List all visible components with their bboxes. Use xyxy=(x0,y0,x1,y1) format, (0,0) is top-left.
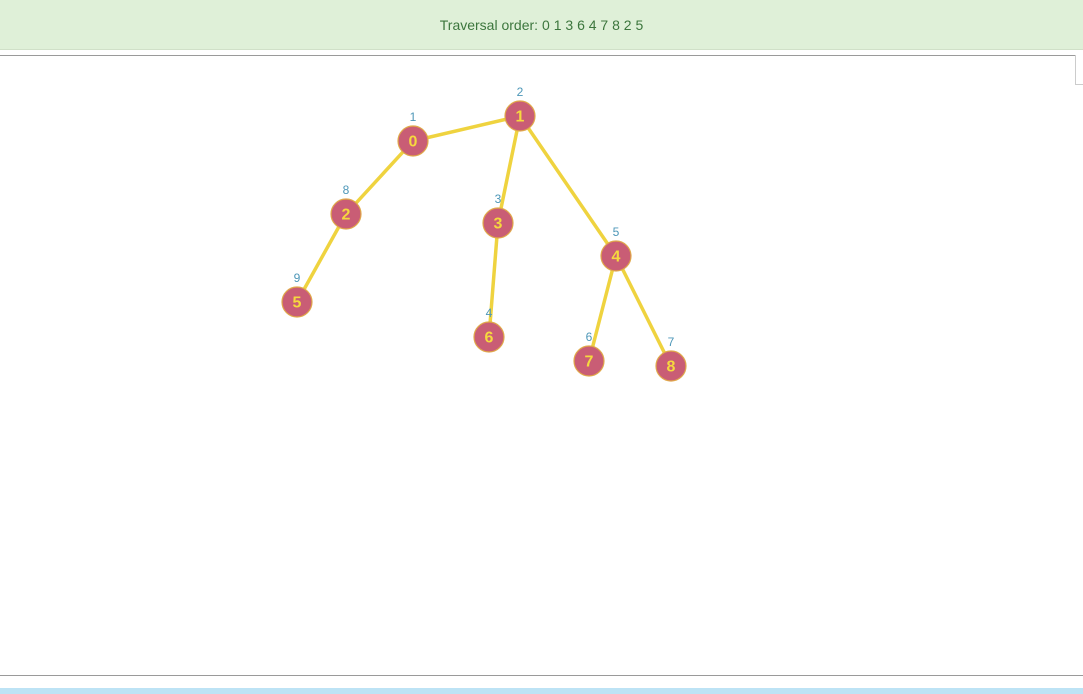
node-7[interactable]: 76 xyxy=(573,330,605,377)
node-order-label: 1 xyxy=(410,110,417,124)
node-id-label: 4 xyxy=(612,249,621,266)
node-order-label: 8 xyxy=(343,183,350,197)
node-id-label: 7 xyxy=(585,354,594,371)
node-1[interactable]: 12 xyxy=(504,85,536,132)
node-order-label: 7 xyxy=(668,335,675,349)
node-order-label: 3 xyxy=(495,192,502,206)
node-order-label: 4 xyxy=(486,306,493,320)
node-id-label: 6 xyxy=(485,330,494,347)
node-3[interactable]: 33 xyxy=(482,192,514,239)
node-order-label: 9 xyxy=(294,271,301,285)
edge-1-3 xyxy=(496,114,522,225)
node-4[interactable]: 45 xyxy=(600,225,632,272)
node-id-label: 8 xyxy=(667,359,676,376)
nodes-layer: 01 1228334559647687 xyxy=(281,85,687,382)
edge-0-1 xyxy=(411,114,522,143)
node-5[interactable]: 59 xyxy=(281,271,313,318)
node-id-label: 2 xyxy=(342,207,351,224)
node-order-label: 2 xyxy=(517,85,524,99)
node-id-label: 1 xyxy=(516,109,525,126)
edge-4-8 xyxy=(614,254,673,368)
edge-1-4 xyxy=(518,114,618,258)
node-id-label: 0 xyxy=(409,134,418,151)
node-order-label: 5 xyxy=(613,225,620,239)
node-6[interactable]: 64 xyxy=(473,306,505,353)
node-order-label: 6 xyxy=(586,330,593,344)
node-0[interactable]: 01 xyxy=(397,110,429,157)
node-2[interactable]: 28 xyxy=(330,183,362,230)
edge-4-7 xyxy=(587,254,618,363)
node-id-label: 3 xyxy=(494,216,503,233)
node-id-label: 5 xyxy=(293,295,302,312)
graph-svg: 01 1228334559647687 xyxy=(281,85,687,382)
